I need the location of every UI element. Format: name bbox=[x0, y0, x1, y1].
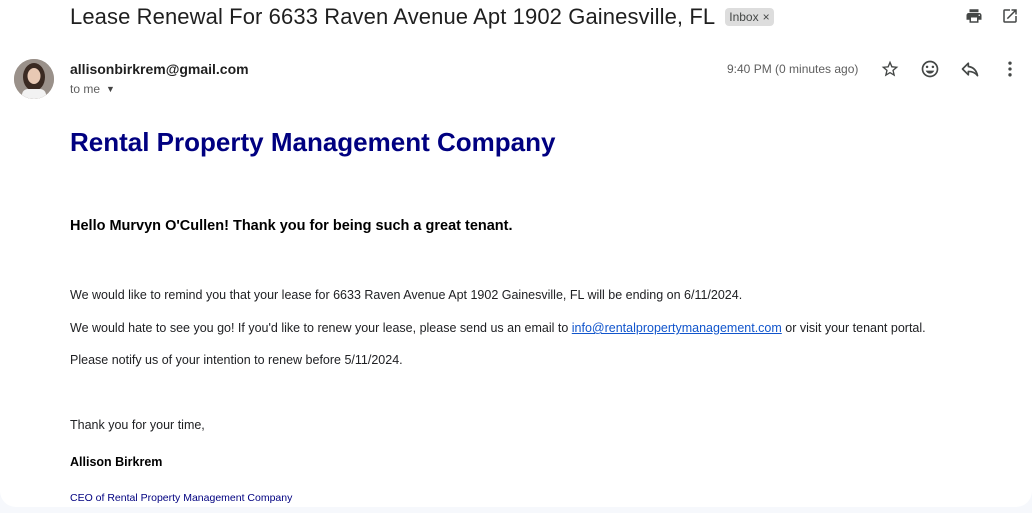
label-text: Inbox bbox=[729, 10, 759, 24]
remove-label-icon[interactable]: × bbox=[763, 10, 770, 24]
inbox-label-chip[interactable]: Inbox × bbox=[725, 8, 774, 26]
subject-row: Lease Renewal For 6633 Raven Avenue Apt … bbox=[70, 4, 774, 30]
print-icon[interactable] bbox=[964, 6, 984, 26]
notify-paragraph: Please notify us of your intention to re… bbox=[70, 353, 403, 367]
emoji-reaction-icon[interactable] bbox=[920, 59, 940, 79]
open-in-new-window-icon[interactable] bbox=[1000, 6, 1020, 26]
thread-toolbar bbox=[964, 6, 1020, 26]
greeting-line: Hello Murvyn O'Cullen! Thank you for bei… bbox=[70, 218, 513, 234]
sender-avatar[interactable] bbox=[14, 59, 54, 99]
sender-email[interactable]: allisonbirkrem@gmail.com bbox=[70, 61, 249, 77]
email-link[interactable]: info@rentalpropertymanagement.com bbox=[572, 321, 782, 335]
lease-ending-paragraph: We would like to remind you that your le… bbox=[70, 288, 743, 302]
renew-text-before: We would hate to see you go! If you'd li… bbox=[70, 321, 572, 335]
signature-name: Allison Birkrem bbox=[70, 455, 163, 469]
email-timestamp: 9:40 PM (0 minutes ago) bbox=[727, 62, 859, 76]
chevron-down-icon[interactable]: ▼ bbox=[106, 84, 115, 94]
signature-title: CEO of Rental Property Management Compan… bbox=[70, 492, 293, 504]
more-options-icon[interactable] bbox=[1000, 59, 1020, 79]
email-subject: Lease Renewal For 6633 Raven Avenue Apt … bbox=[70, 4, 716, 29]
recipient-details[interactable]: to me ▼ bbox=[70, 82, 115, 96]
company-heading: Rental Property Management Company bbox=[70, 127, 556, 157]
closing-line: Thank you for your time, bbox=[70, 418, 205, 432]
star-icon[interactable] bbox=[880, 59, 900, 79]
reply-icon[interactable] bbox=[960, 59, 980, 79]
message-actions bbox=[880, 59, 1020, 79]
renew-text-after: or visit your tenant portal. bbox=[781, 321, 926, 335]
renew-paragraph: We would hate to see you go! If you'd li… bbox=[70, 321, 926, 335]
recipient-text: to me bbox=[70, 82, 101, 96]
email-view: Lease Renewal For 6633 Raven Avenue Apt … bbox=[0, 0, 1032, 507]
